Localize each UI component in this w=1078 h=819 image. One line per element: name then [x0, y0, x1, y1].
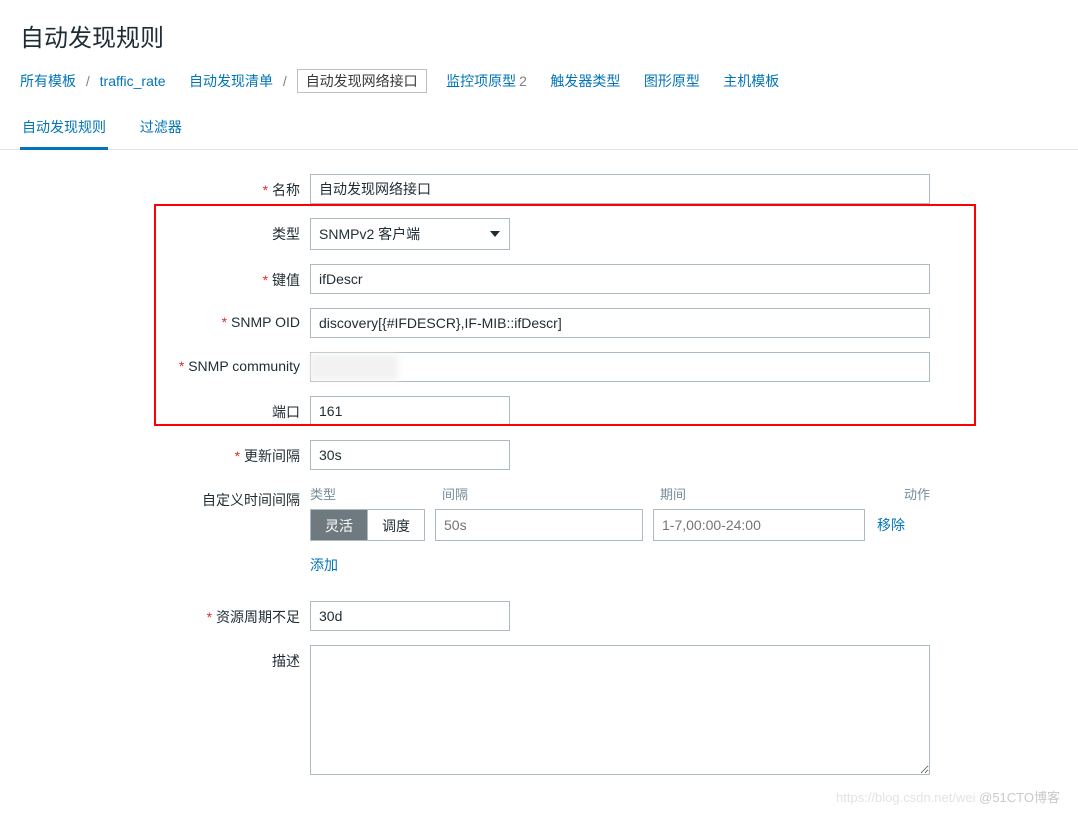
interval-delay-input[interactable] [435, 509, 643, 541]
interval-head-period: 期间 [660, 484, 882, 503]
key-input[interactable] [310, 264, 930, 294]
item-prototypes-count: 2 [519, 73, 527, 89]
seg-flexible[interactable]: 灵活 [311, 510, 367, 540]
label-custom-intervals: 自定义时间间隔 [40, 484, 310, 510]
port-input[interactable] [310, 396, 510, 426]
name-input[interactable] [310, 174, 930, 204]
redacted-blur [310, 354, 398, 380]
breadcrumb-host-prototypes[interactable]: 主机模板 [723, 73, 779, 89]
label-update-interval: 更新间隔 [40, 440, 310, 466]
page-title: 自动发现规则 [0, 0, 1078, 71]
label-name: 名称 [40, 174, 310, 200]
watermark: https://blog.csdn.net/wei @51CTO博客 [836, 787, 1060, 806]
label-keep-lost: 资源周期不足 [40, 601, 310, 627]
interval-type-toggle: 灵活 调度 [310, 509, 425, 541]
interval-head-action: 动作 [882, 484, 930, 503]
breadcrumb: 所有模板 / traffic_rate 自动发现清单 / 自动发现网络接口 监控… [0, 71, 1078, 109]
breadcrumb-template[interactable]: traffic_rate [100, 73, 166, 89]
label-key: 键值 [40, 264, 310, 290]
label-description: 描述 [40, 645, 310, 671]
breadcrumb-graph-prototypes[interactable]: 图形原型 [644, 73, 700, 89]
watermark-faint: https://blog.csdn.net/wei [836, 790, 975, 805]
label-snmp-community: SNMP community [40, 352, 310, 374]
breadcrumb-item-prototypes[interactable]: 监控项原型2 [446, 73, 531, 89]
snmp-oid-input[interactable] [310, 308, 930, 338]
update-interval-input[interactable] [310, 440, 510, 470]
interval-add-link[interactable]: 添加 [310, 555, 338, 575]
breadcrumb-discovery-list[interactable]: 自动发现清单 [189, 73, 273, 89]
interval-period-input[interactable] [653, 509, 865, 541]
tab-filters[interactable]: 过滤器 [138, 109, 184, 147]
breadcrumb-sep: / [86, 73, 90, 89]
breadcrumb-trigger-prototypes[interactable]: 触发器类型 [550, 73, 620, 89]
keep-lost-input[interactable] [310, 601, 510, 631]
breadcrumb-all-templates[interactable]: 所有模板 [20, 73, 76, 89]
label-type: 类型 [40, 218, 310, 244]
interval-remove-link[interactable]: 移除 [877, 515, 905, 535]
watermark-main: @51CTO博客 [979, 790, 1060, 805]
breadcrumb-item-prototypes-label: 监控项原型 [446, 73, 516, 89]
interval-head-type: 类型 [310, 484, 442, 503]
form: 名称 类型 SNMPv2 客户端 键值 SNMP OID SNMP commun… [0, 150, 1078, 812]
tab-discovery-rule[interactable]: 自动发现规则 [20, 109, 108, 150]
tabs: 自动发现规则 过滤器 [0, 109, 1078, 150]
label-snmp-oid: SNMP OID [40, 308, 310, 330]
breadcrumb-current: 自动发现网络接口 [297, 69, 427, 93]
interval-head-delay: 间隔 [442, 484, 660, 503]
custom-interval-table: 类型 间隔 期间 动作 灵活 调度 移除 添加 [310, 484, 930, 575]
breadcrumb-sep: / [283, 73, 287, 89]
description-textarea[interactable] [310, 645, 930, 775]
snmp-community-input[interactable] [310, 352, 930, 382]
label-port: 端口 [40, 396, 310, 422]
type-select[interactable]: SNMPv2 客户端 [310, 218, 510, 250]
seg-scheduling[interactable]: 调度 [367, 510, 424, 540]
